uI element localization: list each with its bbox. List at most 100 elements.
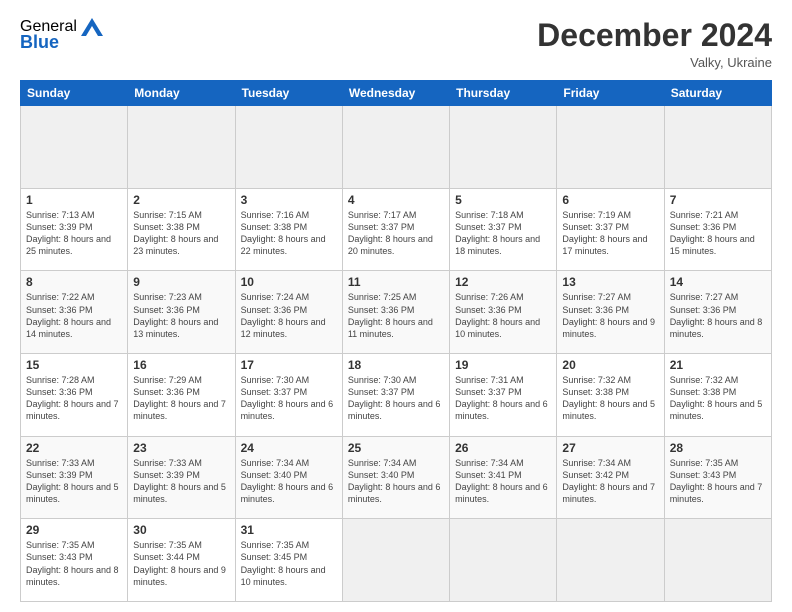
day-number: 4 [348, 193, 444, 207]
calendar-cell [235, 106, 342, 189]
logo-blue: Blue [20, 32, 59, 53]
calendar-week-row: 15 Sunrise: 7:28 AMSunset: 3:36 PMDayligh… [21, 354, 772, 437]
day-number: 11 [348, 275, 444, 289]
day-info: Sunrise: 7:30 AMSunset: 3:37 PMDaylight:… [241, 374, 337, 423]
calendar-cell: 5 Sunrise: 7:18 AMSunset: 3:37 PMDaylight… [450, 188, 557, 271]
day-number: 3 [241, 193, 337, 207]
weekday-header-friday: Friday [557, 81, 664, 106]
day-number: 18 [348, 358, 444, 372]
calendar-cell: 18 Sunrise: 7:30 AMSunset: 3:37 PMDayligh… [342, 354, 449, 437]
day-number: 2 [133, 193, 229, 207]
page: General Blue December 2024 Valky, Ukrain… [0, 0, 792, 612]
calendar-cell: 8Sunrise: 7:22 AMSunset: 3:36 PMDaylight… [21, 271, 128, 354]
calendar-cell: 2 Sunrise: 7:15 AMSunset: 3:38 PMDaylight… [128, 188, 235, 271]
day-number: 9 [133, 275, 229, 289]
weekday-header-sunday: Sunday [21, 81, 128, 106]
day-number: 24 [241, 441, 337, 455]
day-info: Sunrise: 7:28 AMSunset: 3:36 PMDaylight:… [26, 374, 122, 423]
day-info: Sunrise: 7:34 AMSunset: 3:40 PMDaylight:… [348, 457, 444, 506]
logo-icon [81, 18, 103, 36]
calendar-week-row [21, 106, 772, 189]
day-number: 6 [562, 193, 658, 207]
calendar-cell: 1Sunrise: 7:13 AMSunset: 3:39 PMDaylight… [21, 188, 128, 271]
day-number: 27 [562, 441, 658, 455]
header: General Blue December 2024 Valky, Ukrain… [20, 18, 772, 70]
calendar-cell [557, 519, 664, 602]
day-info: Sunrise: 7:35 AMSunset: 3:43 PMDaylight:… [26, 539, 122, 588]
title-block: December 2024 Valky, Ukraine [537, 18, 772, 70]
day-number: 26 [455, 441, 551, 455]
calendar-cell: 20Sunrise: 7:32 AMSunset: 3:38 PMDayligh… [557, 354, 664, 437]
calendar-cell: 31Sunrise: 7:35 AMSunset: 3:45 PMDayligh… [235, 519, 342, 602]
day-info: Sunrise: 7:27 AMSunset: 3:36 PMDaylight:… [670, 291, 766, 340]
day-info: Sunrise: 7:33 AMSunset: 3:39 PMDaylight:… [26, 457, 122, 506]
day-number: 12 [455, 275, 551, 289]
day-info: Sunrise: 7:29 AMSunset: 3:36 PMDaylight:… [133, 374, 229, 423]
day-info: Sunrise: 7:35 AMSunset: 3:45 PMDaylight:… [241, 539, 337, 588]
calendar-cell: 12 Sunrise: 7:26 AMSunset: 3:36 PMDayligh… [450, 271, 557, 354]
calendar-cell: 29 Sunrise: 7:35 AMSunset: 3:43 PMDayligh… [21, 519, 128, 602]
calendar-cell [342, 519, 449, 602]
weekday-header-row: SundayMondayTuesdayWednesdayThursdayFrid… [21, 81, 772, 106]
calendar-cell [664, 106, 771, 189]
calendar-cell [450, 106, 557, 189]
day-number: 7 [670, 193, 766, 207]
calendar-cell: 30Sunrise: 7:35 AMSunset: 3:44 PMDayligh… [128, 519, 235, 602]
calendar-week-row: 22 Sunrise: 7:33 AMSunset: 3:39 PMDayligh… [21, 436, 772, 519]
calendar-cell: 25 Sunrise: 7:34 AMSunset: 3:40 PMDayligh… [342, 436, 449, 519]
day-info: Sunrise: 7:26 AMSunset: 3:36 PMDaylight:… [455, 291, 551, 340]
day-info: Sunrise: 7:30 AMSunset: 3:37 PMDaylight:… [348, 374, 444, 423]
day-info: Sunrise: 7:17 AMSunset: 3:37 PMDaylight:… [348, 209, 444, 258]
calendar-cell: 21Sunrise: 7:32 AMSunset: 3:38 PMDayligh… [664, 354, 771, 437]
calendar-cell: 16 Sunrise: 7:29 AMSunset: 3:36 PMDayligh… [128, 354, 235, 437]
day-info: Sunrise: 7:35 AMSunset: 3:43 PMDaylight:… [670, 457, 766, 506]
day-number: 30 [133, 523, 229, 537]
day-number: 16 [133, 358, 229, 372]
day-number: 1 [26, 193, 122, 207]
calendar-cell: 6 Sunrise: 7:19 AMSunset: 3:37 PMDaylight… [557, 188, 664, 271]
calendar-cell: 24 Sunrise: 7:34 AMSunset: 3:40 PMDayligh… [235, 436, 342, 519]
day-number: 23 [133, 441, 229, 455]
day-number: 29 [26, 523, 122, 537]
weekday-header-monday: Monday [128, 81, 235, 106]
day-info: Sunrise: 7:23 AMSunset: 3:36 PMDaylight:… [133, 291, 229, 340]
day-info: Sunrise: 7:32 AMSunset: 3:38 PMDaylight:… [562, 374, 658, 423]
calendar-cell: 7 Sunrise: 7:21 AMSunset: 3:36 PMDaylight… [664, 188, 771, 271]
day-number: 19 [455, 358, 551, 372]
day-info: Sunrise: 7:16 AMSunset: 3:38 PMDaylight:… [241, 209, 337, 258]
calendar: SundayMondayTuesdayWednesdayThursdayFrid… [20, 80, 772, 602]
day-info: Sunrise: 7:15 AMSunset: 3:38 PMDaylight:… [133, 209, 229, 258]
day-info: Sunrise: 7:18 AMSunset: 3:37 PMDaylight:… [455, 209, 551, 258]
weekday-header-tuesday: Tuesday [235, 81, 342, 106]
weekday-header-wednesday: Wednesday [342, 81, 449, 106]
calendar-cell [450, 519, 557, 602]
day-info: Sunrise: 7:31 AMSunset: 3:37 PMDaylight:… [455, 374, 551, 423]
day-number: 13 [562, 275, 658, 289]
day-info: Sunrise: 7:19 AMSunset: 3:37 PMDaylight:… [562, 209, 658, 258]
calendar-cell [21, 106, 128, 189]
day-number: 17 [241, 358, 337, 372]
calendar-cell: 22 Sunrise: 7:33 AMSunset: 3:39 PMDayligh… [21, 436, 128, 519]
calendar-cell: 10Sunrise: 7:24 AMSunset: 3:36 PMDayligh… [235, 271, 342, 354]
calendar-cell: 17 Sunrise: 7:30 AMSunset: 3:37 PMDayligh… [235, 354, 342, 437]
calendar-cell: 14Sunrise: 7:27 AMSunset: 3:36 PMDayligh… [664, 271, 771, 354]
month-title: December 2024 [537, 18, 772, 53]
calendar-cell [557, 106, 664, 189]
day-number: 25 [348, 441, 444, 455]
day-number: 15 [26, 358, 122, 372]
day-number: 22 [26, 441, 122, 455]
day-info: Sunrise: 7:21 AMSunset: 3:36 PMDaylight:… [670, 209, 766, 258]
day-number: 10 [241, 275, 337, 289]
calendar-cell: 4 Sunrise: 7:17 AMSunset: 3:37 PMDaylight… [342, 188, 449, 271]
day-info: Sunrise: 7:33 AMSunset: 3:39 PMDaylight:… [133, 457, 229, 506]
day-info: Sunrise: 7:34 AMSunset: 3:40 PMDaylight:… [241, 457, 337, 506]
calendar-table: SundayMondayTuesdayWednesdayThursdayFrid… [20, 80, 772, 602]
calendar-cell: 3 Sunrise: 7:16 AMSunset: 3:38 PMDaylight… [235, 188, 342, 271]
day-number: 21 [670, 358, 766, 372]
calendar-week-row: 8Sunrise: 7:22 AMSunset: 3:36 PMDaylight… [21, 271, 772, 354]
calendar-week-row: 1Sunrise: 7:13 AMSunset: 3:39 PMDaylight… [21, 188, 772, 271]
day-info: Sunrise: 7:25 AMSunset: 3:36 PMDaylight:… [348, 291, 444, 340]
calendar-cell [128, 106, 235, 189]
weekday-header-thursday: Thursday [450, 81, 557, 106]
day-number: 5 [455, 193, 551, 207]
